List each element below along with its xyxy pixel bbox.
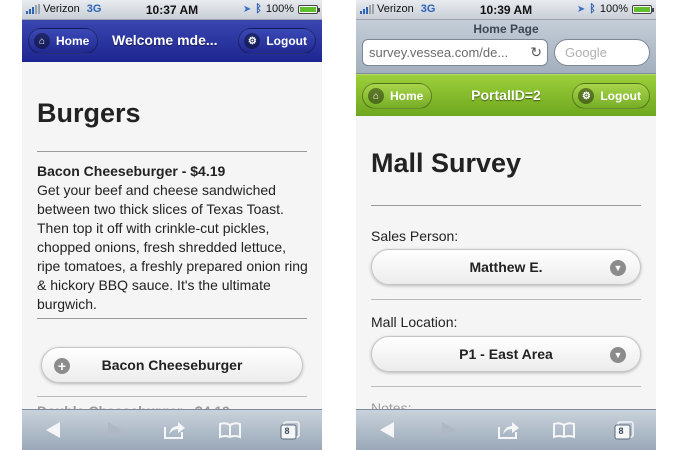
- chevron-down-icon: ▼: [610, 347, 626, 363]
- status-right: ➤ ᛒ 100%: [242, 3, 320, 15]
- home-icon: ⌂: [34, 33, 50, 49]
- app-header: ⌂ Home Welcome mde... ⚙ Logout: [22, 20, 322, 62]
- back-arrow-icon[interactable]: [376, 420, 400, 440]
- bluetooth-icon: ᛒ: [589, 3, 596, 15]
- gear-icon: ⚙: [244, 33, 261, 49]
- divider: [371, 299, 641, 300]
- logout-button[interactable]: ⚙ Logout: [572, 83, 650, 109]
- reload-icon[interactable]: ↻: [528, 44, 542, 61]
- bookmarks-icon[interactable]: [552, 420, 576, 440]
- status-bar: Verizon 3G 10:39 AM ➤ ᛒ 100%: [356, 0, 656, 20]
- mall-location-label: Mall Location:: [371, 314, 458, 330]
- divider: [37, 151, 307, 152]
- add-item-button[interactable]: + Bacon Cheeseburger: [41, 347, 303, 383]
- mall-location-select[interactable]: P1 - East Area ▼: [371, 336, 641, 372]
- url-text: survey.vessea.com/de...: [369, 45, 509, 60]
- phone-screen-burgers: Verizon 3G 10:37 AM ➤ ᛒ 100% ⌂ Home Welc…: [22, 0, 322, 450]
- battery-icon: [298, 4, 320, 14]
- share-icon[interactable]: [496, 420, 520, 440]
- logout-button-label: Logout: [266, 34, 307, 48]
- bookmarks-icon[interactable]: [218, 420, 242, 440]
- home-button[interactable]: ⌂ Home: [28, 28, 99, 54]
- logout-button[interactable]: ⚙ Logout: [238, 28, 316, 54]
- sales-person-label: Sales Person:: [371, 228, 459, 244]
- battery-percent: 100%: [265, 3, 294, 15]
- page-heading: Mall Survey: [371, 148, 522, 178]
- browser-page-title: Home Page: [473, 22, 539, 36]
- forward-arrow-icon[interactable]: [102, 420, 126, 440]
- phone-screen-survey: Verizon 3G 10:39 AM ➤ ᛒ 100% Home Page s…: [356, 0, 656, 450]
- search-input[interactable]: Google: [554, 39, 650, 66]
- add-item-button-label: Bacon Cheeseburger: [101, 357, 243, 373]
- location-icon: ➤: [242, 3, 252, 15]
- url-input[interactable]: survey.vessea.com/de... ↻: [362, 39, 548, 66]
- divider: [371, 386, 641, 387]
- mall-location-value: P1 - East Area: [459, 346, 553, 362]
- bluetooth-icon: ᛒ: [255, 3, 262, 15]
- sales-person-value: Matthew E.: [469, 259, 543, 275]
- browser-address-bar: Home Page survey.vessea.com/de... ↻ Goog…: [356, 20, 656, 74]
- divider: [37, 318, 307, 319]
- battery-percent: 100%: [599, 3, 628, 15]
- plus-icon: +: [54, 358, 70, 374]
- app-header: ⌂ Home PortalID=2 ⚙ Logout: [356, 74, 656, 116]
- divider: [37, 396, 307, 397]
- page-heading: Burgers: [37, 98, 141, 128]
- menu-item-title: Bacon Cheeseburger - $4.19: [37, 163, 226, 179]
- forward-arrow-icon[interactable]: [436, 420, 460, 440]
- menu-item-description: Get your beef and cheese sandwiched betw…: [37, 182, 308, 312]
- divider: [371, 205, 641, 206]
- back-arrow-icon[interactable]: [42, 420, 66, 440]
- battery-icon: [632, 4, 654, 14]
- status-bar: Verizon 3G 10:37 AM ➤ ᛒ 100%: [22, 0, 322, 20]
- open-pages-count: 8: [284, 426, 290, 436]
- browser-toolbar: 8: [356, 409, 656, 450]
- location-icon: ➤: [576, 3, 586, 15]
- share-icon[interactable]: [162, 420, 186, 440]
- main-content: Mall Survey Sales Person: Matthew E. ▼ M…: [356, 116, 656, 416]
- status-right: ➤ ᛒ 100%: [576, 3, 654, 15]
- gear-icon: ⚙: [578, 88, 595, 104]
- header-title: Welcome mde...: [112, 32, 218, 48]
- main-content: Burgers Bacon Cheeseburger - $4.19 Get y…: [22, 62, 322, 419]
- logout-button-label: Logout: [600, 89, 641, 103]
- home-button-label: Home: [56, 34, 90, 48]
- browser-toolbar: 8: [22, 409, 322, 450]
- chevron-down-icon: ▼: [610, 260, 626, 276]
- sales-person-select[interactable]: Matthew E. ▼: [371, 249, 641, 285]
- open-pages-count: 8: [618, 426, 624, 436]
